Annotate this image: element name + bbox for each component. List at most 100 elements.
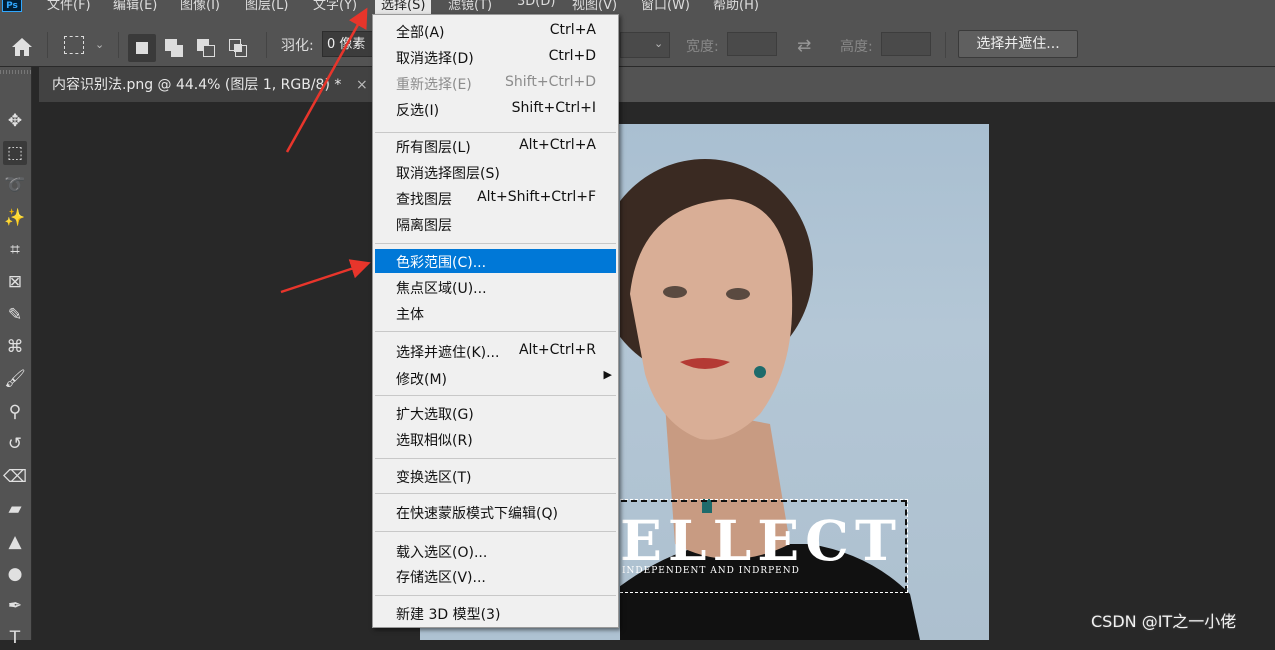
rect-marquee-tool-icon[interactable]: ⬚ [3, 141, 27, 165]
move-tool-icon[interactable]: ✥ [3, 109, 27, 133]
type-tool-icon[interactable]: T [3, 626, 27, 650]
menu-item-shortcut: Alt+Ctrl+A [519, 137, 596, 153]
menu-item-deselect[interactable]: 取消选择(D) Ctrl+D [375, 45, 616, 69]
menu-item-new-3d-extrusion[interactable]: 新建 3D 模型(3) [375, 601, 616, 625]
document-tab[interactable]: 内容识别法.png @ 44.4% (图层 1, RGB/8) * × [39, 67, 379, 102]
marquee-selection[interactable] [610, 499, 908, 593]
menu-window[interactable]: 窗口(W) [641, 0, 690, 13]
menu-item-label: 修改(M) [396, 372, 448, 388]
menu-help[interactable]: 帮助(H) [713, 0, 759, 13]
blur-tool-icon[interactable]: ▲ [3, 530, 27, 554]
menu-item-deselect-layers[interactable]: 取消选择图层(S) [375, 160, 616, 184]
swap-icon[interactable]: ⇄ [797, 36, 811, 56]
menu-filter[interactable]: 滤镜(T) [448, 0, 492, 13]
menu-item-label: 选择并遮住(K)... [396, 345, 500, 361]
menu-item-label: 选取相似(R) [396, 433, 473, 449]
menu-item-color-range[interactable]: 色彩范围(C)... [375, 249, 616, 273]
width-label: 宽度: [686, 39, 719, 55]
photoshop-logo-icon: Ps [2, 0, 22, 12]
menu-separator [375, 493, 616, 494]
menu-item-transform-selection[interactable]: 变换选区(T) [375, 464, 616, 488]
divider [47, 32, 48, 58]
feather-input[interactable]: 0 像素 [322, 31, 374, 57]
menu-item-all-layers[interactable]: 所有图层(L) Alt+Ctrl+A [375, 134, 616, 158]
menu-separator [375, 331, 616, 332]
eyedropper-tool-icon[interactable]: ✎ [3, 303, 27, 327]
menu-item-shortcut: Ctrl+A [549, 22, 596, 38]
menu-item-label: 反选(I) [396, 103, 440, 119]
menu-item-label: 查找图层 [396, 192, 452, 208]
menu-bar: Ps 文件(F) 编辑(E) 图像(I) 图层(L) 文字(Y) 选择(S) 滤… [0, 0, 1275, 14]
chevron-down-icon: ⌄ [654, 37, 664, 50]
menu-item-reselect: 重新选择(E) Shift+Ctrl+D [375, 71, 616, 95]
document-tab-title: 内容识别法.png @ 44.4% (图层 1, RGB/8) * [52, 77, 342, 93]
menu-select[interactable]: 选择(S) [375, 0, 432, 14]
menu-item-label: 焦点区域(U)... [396, 281, 487, 297]
intersect-selection-button[interactable] [224, 34, 252, 62]
menu-item-label: 扩大选取(G) [396, 407, 474, 423]
menu-item-select-and-mask[interactable]: 选择并遮住(K)... Alt+Ctrl+R [375, 339, 616, 363]
watermark-text: CSDN @IT之一小佬 [1091, 612, 1237, 631]
close-tab-icon[interactable]: × [356, 67, 368, 103]
menu-view[interactable]: 视图(V) [572, 0, 617, 13]
eraser-tool-icon[interactable]: ⌫ [3, 465, 27, 489]
menu-item-save-selection[interactable]: 存储选区(V)... [375, 564, 616, 588]
marquee-preset-icon[interactable] [64, 36, 84, 54]
menu-item-label: 载入选区(O)... [396, 545, 488, 561]
feather-label: 羽化: [281, 38, 314, 54]
menu-item-label: 全部(A) [396, 25, 445, 41]
width-input[interactable] [727, 32, 777, 56]
menu-edit[interactable]: 编辑(E) [113, 0, 157, 13]
subtract-from-selection-button[interactable] [192, 34, 220, 62]
new-selection-button[interactable] [128, 34, 156, 62]
menu-item-inverse[interactable]: 反选(I) Shift+Ctrl+I [375, 97, 616, 121]
menu-item-subject[interactable]: 主体 [375, 301, 616, 325]
submenu-arrow-icon: ▶ [603, 368, 612, 381]
height-input[interactable] [881, 32, 931, 56]
pen-tool-icon[interactable]: ✒ [3, 594, 27, 618]
history-brush-tool-icon[interactable]: ↺ [3, 432, 27, 456]
gradient-tool-icon[interactable]: ▰ [3, 497, 27, 521]
menu-item-label: 存储选区(V)... [396, 570, 486, 586]
menu-type[interactable]: 文字(Y) [313, 0, 357, 13]
crop-tool-icon[interactable]: ⌗ [3, 238, 27, 262]
height-label: 高度: [840, 39, 873, 55]
style-dropdown[interactable]: ⌄ [620, 32, 670, 58]
frame-tool-icon[interactable]: ⊠ [3, 270, 27, 294]
menu-image[interactable]: 图像(I) [180, 0, 220, 13]
menu-item-label: 新建 3D 模型(3) [396, 607, 501, 623]
home-icon[interactable] [10, 36, 34, 58]
menu-item-grow[interactable]: 扩大选取(G) [375, 401, 616, 425]
stamp-tool-icon[interactable]: ⚲ [3, 400, 27, 424]
menu-item-label: 主体 [396, 307, 424, 323]
menu-3d[interactable]: 3D(D) [517, 0, 555, 9]
menu-item-label: 在快速蒙版模式下编辑(Q) [396, 506, 558, 522]
add-to-selection-button[interactable] [160, 34, 188, 62]
healing-brush-tool-icon[interactable]: ⌘ [3, 335, 27, 359]
menu-item-select-all[interactable]: 全部(A) Ctrl+A [375, 19, 616, 43]
options-bar: ⌄ 羽化: 0 像素 ⌄ 宽度: ⇄ 高度: 选择并遮住... [0, 14, 1275, 67]
menu-item-quick-mask-edit[interactable]: 在快速蒙版模式下编辑(Q) [375, 500, 616, 524]
menu-item-focus-area[interactable]: 焦点区域(U)... [375, 275, 616, 299]
menu-item-isolate-layers[interactable]: 隔离图层 [375, 212, 616, 236]
menu-layer[interactable]: 图层(L) [245, 0, 288, 13]
chevron-down-icon[interactable]: ⌄ [95, 38, 104, 51]
select-and-mask-button[interactable]: 选择并遮住... [958, 30, 1078, 58]
menu-item-load-selection[interactable]: 载入选区(O)... [375, 539, 616, 563]
menu-item-similar[interactable]: 选取相似(R) [375, 427, 616, 451]
menu-item-find-layers[interactable]: 查找图层 Alt+Shift+Ctrl+F [375, 186, 616, 210]
brush-tool-icon[interactable]: 🖌 [3, 367, 27, 391]
menu-item-shortcut: Ctrl+D [548, 48, 596, 64]
menu-item-label: 取消选择(D) [396, 51, 474, 67]
menu-separator [375, 395, 616, 396]
menu-item-shortcut: Shift+Ctrl+I [511, 100, 596, 116]
panel-grip[interactable] [0, 70, 31, 74]
menu-item-modify[interactable]: 修改(M) ▶ [375, 366, 616, 390]
dodge-tool-icon[interactable]: ● [3, 562, 27, 586]
menu-item-label: 色彩范围(C)... [396, 255, 487, 271]
lasso-tool-icon[interactable]: ➰ [3, 173, 27, 197]
menu-file[interactable]: 文件(F) [47, 0, 91, 13]
magic-wand-tool-icon[interactable]: ✨ [3, 206, 27, 230]
tools-panel: ✥ ⬚ ➰ ✨ ⌗ ⊠ ✎ ⌘ 🖌 ⚲ ↺ ⌫ ▰ ▲ ● ✒ T [0, 67, 32, 648]
menu-item-shortcut: Alt+Ctrl+R [518, 342, 596, 358]
